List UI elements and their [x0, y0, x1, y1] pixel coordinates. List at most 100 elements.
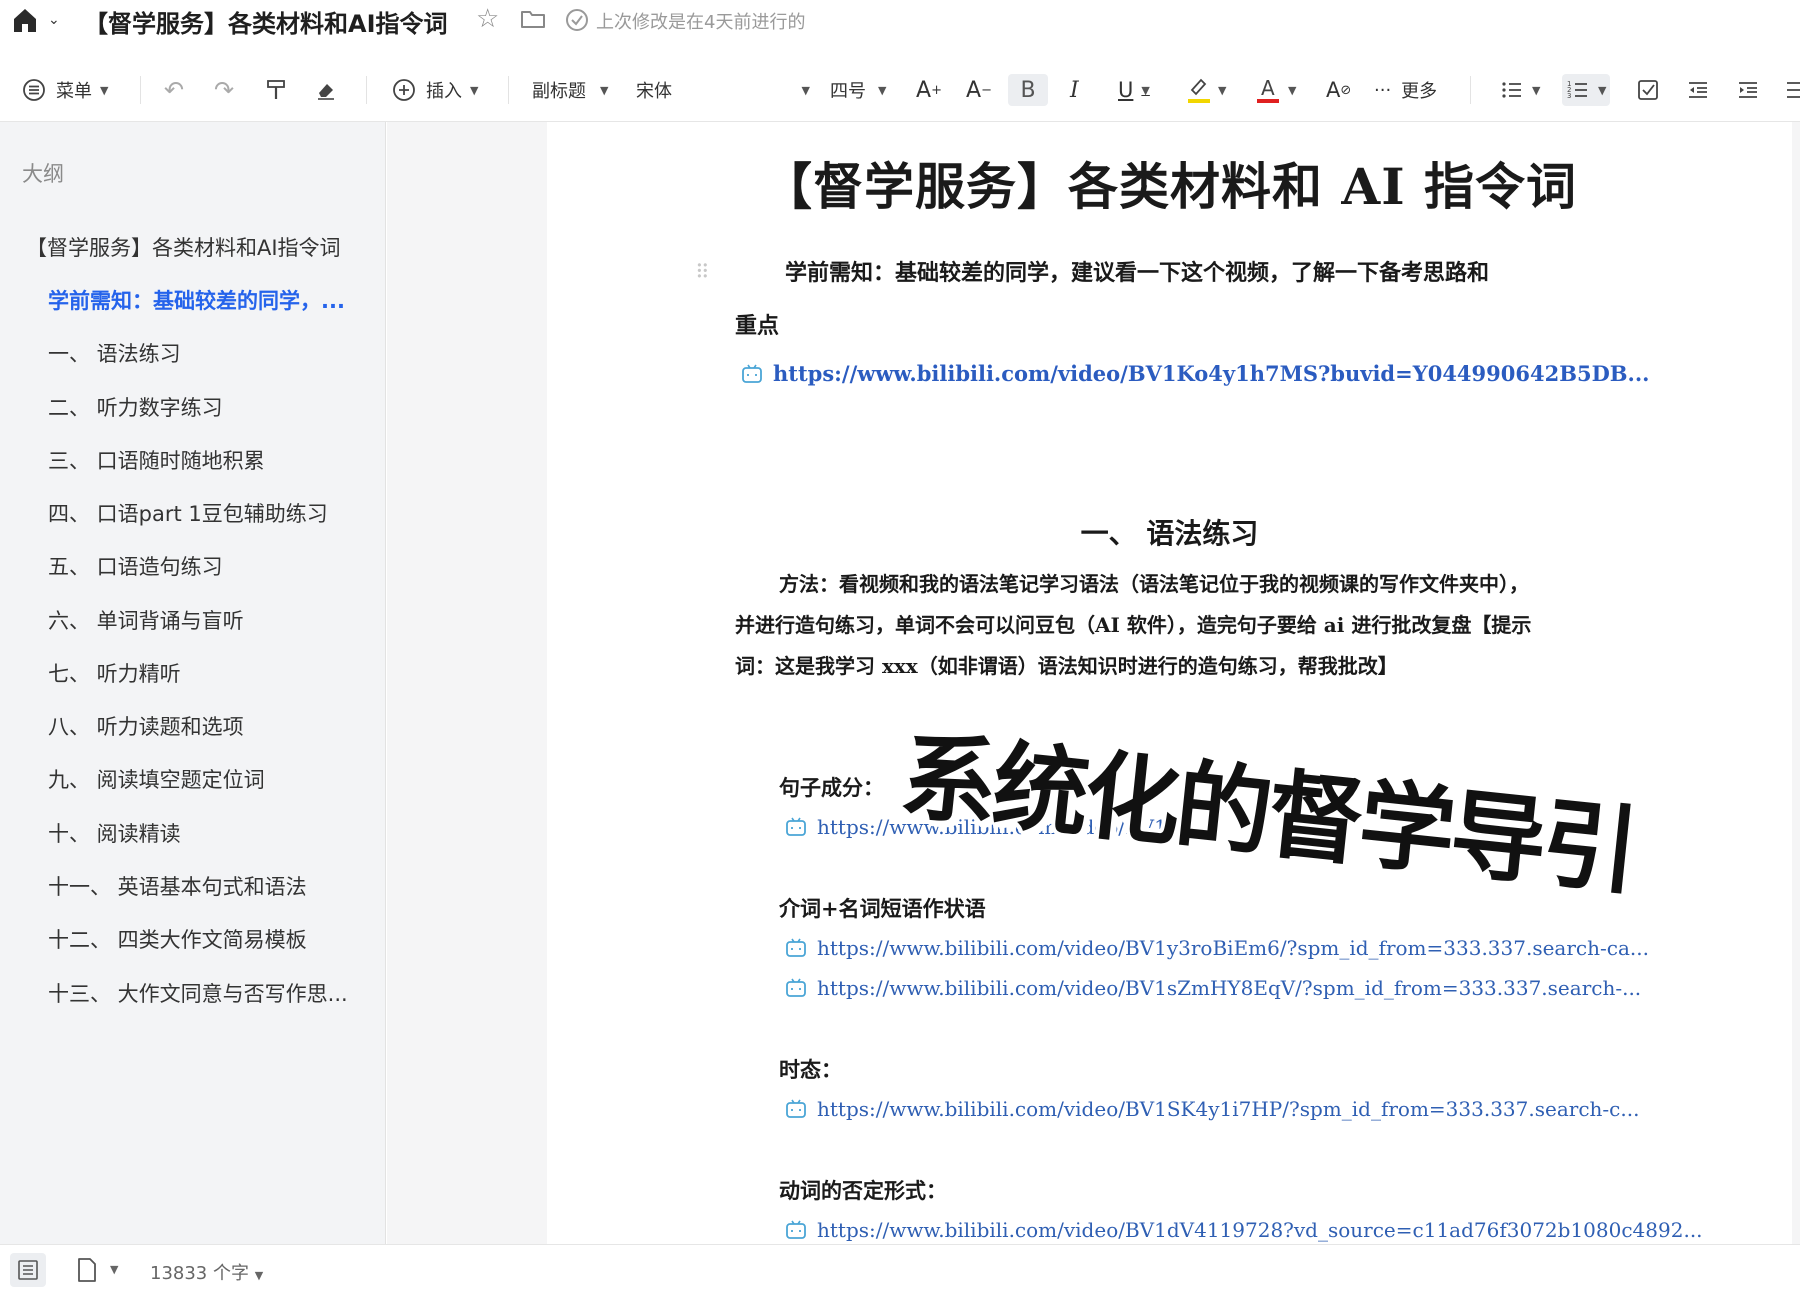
font-color-button[interactable]: A ▼ — [1256, 74, 1296, 106]
chevron-down-icon[interactable]: ▼ — [110, 1263, 118, 1276]
more-button[interactable]: ··· 更多 — [1374, 74, 1437, 106]
outline-item[interactable]: 二、 听力数字练习 — [48, 392, 223, 422]
document-title[interactable]: 【督学服务】各类材料和AI指令词 — [84, 4, 448, 39]
outline-item[interactable]: 一、 语法练习 — [48, 338, 181, 368]
insert-label: 插入 — [426, 81, 462, 102]
subsection-heading[interactable]: 介词+名词短语作状语 — [779, 893, 986, 923]
home-icon[interactable] — [10, 5, 40, 35]
video-link[interactable]: https://www.bilibili.com/video/BV1sZmHY8… — [817, 976, 1641, 1000]
formatting-toolbar: 菜单 ▼ ↶ ↷ 插入 ▼ 副标题 ▼ 宋体 ▼ 四号 ▼ A + A − B I … — [0, 58, 1800, 122]
highlight-button[interactable]: ▼ — [1186, 74, 1226, 106]
undo-icon[interactable]: ↶ — [164, 74, 184, 106]
word-count-value: 13833 个字 — [150, 1263, 249, 1284]
toolbar-divider — [140, 76, 141, 104]
video-link-row[interactable]: https://www.bilibili.com/video/BV1Ko4y1h… — [741, 361, 1649, 386]
chevron-down-icon[interactable]: ⌄ — [48, 12, 60, 28]
last-modified-status: 上次修改是在4天前进行的 — [596, 12, 806, 33]
video-link-row[interactable]: https://www.bilibili.com/video/BV1SK4y1i… — [785, 1097, 1639, 1121]
saved-check-icon — [565, 8, 589, 32]
checklist-icon[interactable] — [1636, 74, 1660, 106]
chevron-down-icon: ▼ — [1218, 83, 1227, 97]
drag-handle-icon[interactable]: ⠿ — [695, 260, 710, 284]
intro-paragraph-line[interactable]: 学前需知：基础较差的同学，建议看一下这个视频，了解一下备考思路和 — [785, 255, 1489, 287]
outline-heading: 大纲 — [22, 162, 64, 186]
outline-item[interactable]: 十二、 四类大作文简易模板 — [48, 924, 307, 954]
star-icon[interactable]: ☆ — [476, 4, 499, 34]
outdent-icon[interactable] — [1686, 74, 1710, 106]
outline-item[interactable]: 七、 听力精听 — [48, 658, 181, 688]
outline-item[interactable]: 五、 口语造句练习 — [48, 551, 223, 581]
bold-icon[interactable]: B — [1008, 74, 1048, 106]
outline-item[interactable]: 三、 口语随时随地积累 — [48, 445, 265, 475]
video-link[interactable]: https://www.bilibili.com/video/BV1dV4119… — [817, 1218, 1703, 1242]
video-link[interactable]: https://www.bilibili.com/video/BV1SK4y1i… — [817, 1097, 1639, 1121]
document-heading[interactable]: 【督学服务】各类材料和 AI 指令词 — [547, 147, 1792, 219]
format-painter-icon[interactable] — [264, 74, 288, 106]
chevron-down-icon: ▼ — [878, 83, 887, 97]
chevron-down-icon: ▼ — [1141, 83, 1150, 97]
italic-icon[interactable]: I — [1070, 74, 1079, 106]
outline-item[interactable]: 十一、 英语基本句式和语法 — [48, 871, 307, 901]
chevron-down-icon: ▼ — [1288, 83, 1297, 97]
outline-item[interactable]: 四、 口语part 1豆包辅助练习 — [48, 498, 328, 528]
bullet-list-icon — [1502, 82, 1521, 98]
bilibili-icon — [742, 364, 762, 383]
toolbar-divider — [1470, 76, 1471, 104]
bilibili-icon — [786, 1220, 806, 1239]
method-paragraph-line[interactable]: 方法：看视频和我的语法笔记学习语法（语法笔记位于我的视频课的写作文件夹中）， — [779, 568, 1529, 597]
video-link[interactable]: https://www.bilibili.com/video/BV1Ko4y1h… — [773, 361, 1649, 386]
method-paragraph-line[interactable]: 词：这是我学习 xxx（如非谓语）语法知识时进行的造句练习，帮我批改】 — [735, 650, 1398, 679]
outline-sidebar: 大纲 【督学服务】各类材料和AI指令词 学前需知：基础较差的同学，... 一、 … — [0, 122, 386, 1244]
redo-icon[interactable]: ↷ — [214, 74, 234, 106]
underline-icon[interactable]: U ▼ — [1118, 74, 1150, 106]
outline-item[interactable]: 六、 单词背诵与盲听 — [48, 605, 244, 635]
indent-icon[interactable] — [1736, 74, 1760, 106]
outline-item-title[interactable]: 【督学服务】各类材料和AI指令词 — [26, 232, 341, 262]
toolbar-divider — [366, 76, 367, 104]
status-bar: ▼ 13833 个字 ▼ — [0, 1244, 1800, 1295]
section-heading[interactable]: 一、 语法练习 — [547, 512, 1792, 552]
subsection-heading[interactable]: 时态： — [779, 1054, 842, 1084]
subsection-heading[interactable]: 句子成分： — [779, 772, 884, 802]
numbered-list-button[interactable]: 123 ▼ — [1562, 74, 1611, 106]
intro-paragraph-line[interactable]: 重点 — [735, 308, 779, 340]
increase-font-icon[interactable]: A + — [916, 74, 942, 106]
video-link-row[interactable]: https://www.bilibili.com/video/BV1y3roBi… — [785, 936, 1649, 960]
outline-toggle-icon[interactable] — [10, 1253, 46, 1287]
chevron-down-icon: ▼ — [470, 83, 479, 97]
font-family-select[interactable]: 宋体 ▼ — [636, 74, 810, 106]
folder-icon[interactable] — [520, 8, 546, 30]
outline-item[interactable]: 九、 阅读填空题定位词 — [48, 764, 265, 794]
toolbar-divider — [508, 76, 509, 104]
chevron-down-icon: ▼ — [600, 83, 609, 97]
paragraph-style-select[interactable]: 副标题 ▼ — [532, 74, 608, 106]
page-view-icon[interactable] — [76, 1257, 98, 1283]
bilibili-icon — [786, 817, 806, 836]
eraser-icon[interactable] — [314, 74, 338, 106]
menu-button[interactable]: 菜单 ▼ — [22, 74, 108, 106]
bilibili-icon — [786, 1099, 806, 1118]
clear-format-icon[interactable]: A ⊘ — [1326, 74, 1351, 106]
font-color-icon: A — [1257, 76, 1279, 103]
video-link-row[interactable]: https://www.bilibili.com/video/BV1dV4119… — [785, 1218, 1703, 1242]
font-family-value: 宋体 — [636, 81, 672, 102]
outline-item[interactable]: 八、 听力读题和选项 — [48, 711, 244, 741]
chevron-down-icon: ▼ — [254, 1269, 264, 1282]
method-paragraph-line[interactable]: 并进行造句练习，单词不会可以问豆包（AI 软件），造完句子要给 ai 进行批改复… — [735, 609, 1531, 638]
outline-item[interactable]: 十、 阅读精读 — [48, 818, 181, 848]
bullet-list-button[interactable]: ▼ — [1500, 74, 1540, 106]
outline-item[interactable]: 十三、 大作文同意与否写作思... — [48, 978, 348, 1008]
outline-item-intro[interactable]: 学前需知：基础较差的同学，... — [48, 285, 345, 315]
subsection-heading[interactable]: 动词的否定形式： — [779, 1175, 947, 1205]
chevron-down-icon: ▼ — [1532, 83, 1541, 97]
decrease-font-icon[interactable]: A − — [966, 74, 992, 106]
menu-icon — [23, 79, 45, 101]
video-link[interactable]: https://www.bilibili.com/video/BV1y3roBi… — [817, 936, 1649, 960]
font-size-select[interactable]: 四号 ▼ — [830, 74, 886, 106]
insert-button[interactable]: 插入 ▼ — [392, 74, 478, 106]
video-link-row[interactable]: https://www.bilibili.com/video/BV1sZmHY8… — [785, 976, 1641, 1000]
font-size-value: 四号 — [830, 81, 866, 102]
document-page[interactable]: 【督学服务】各类材料和 AI 指令词 ⠿ 学前需知：基础较差的同学，建议看一下这… — [547, 122, 1792, 1244]
overflow-icon[interactable] — [1784, 74, 1800, 106]
word-count[interactable]: 13833 个字 ▼ — [150, 1259, 263, 1285]
